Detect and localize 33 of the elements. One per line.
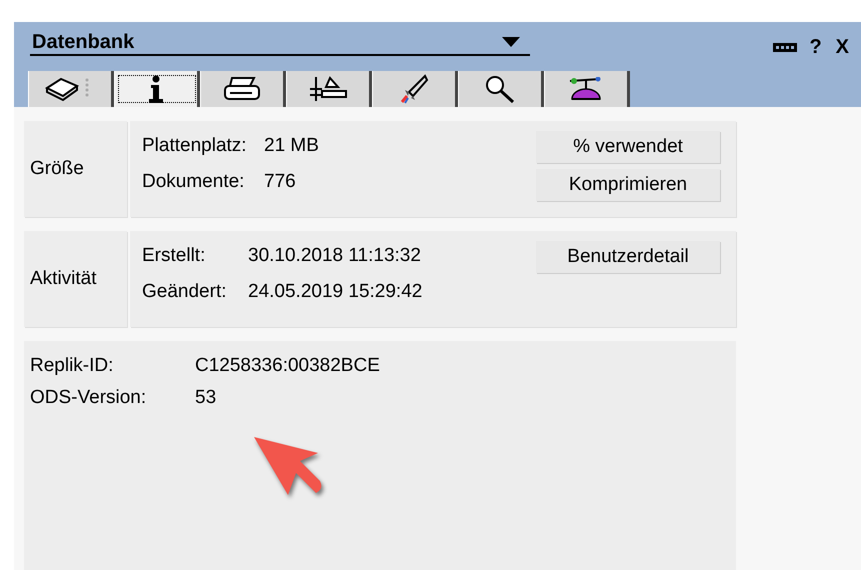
caret-icon (502, 37, 520, 47)
section-label: Aktivität (24, 231, 127, 327)
close-button[interactable]: X (834, 36, 851, 59)
tab[interactable] (114, 71, 200, 107)
info-icon (148, 75, 164, 103)
printer-icon (222, 76, 262, 102)
field-label: ODS-Version: (30, 387, 148, 409)
field-label: Dokumente: (142, 171, 246, 193)
ruler-icon (308, 75, 348, 103)
tab[interactable] (200, 71, 286, 107)
action-button[interactable]: Komprimieren (536, 169, 720, 201)
field-label: Replik-ID: (30, 355, 114, 377)
tab[interactable] (372, 71, 458, 107)
search-icon (484, 74, 516, 104)
help-button[interactable]: ? (807, 36, 824, 59)
field-value: 53 (195, 387, 216, 409)
tab[interactable] (286, 71, 372, 107)
field-value: 776 (264, 171, 296, 193)
field-value: 21 MB (264, 135, 319, 157)
field-value: 30.10.2018 11:13:32 (248, 245, 421, 267)
tab[interactable] (28, 71, 114, 107)
dock-icon[interactable] (773, 43, 798, 52)
database-dropdown[interactable]: Datenbank (30, 30, 530, 56)
field-label: Geändert: (142, 281, 228, 303)
tab[interactable] (458, 71, 544, 107)
section-label: Größe (24, 121, 127, 217)
tab[interactable] (544, 71, 630, 107)
field-label: Erstellt: (142, 245, 206, 267)
action-button[interactable]: Benutzerdetail (536, 241, 720, 273)
action-button[interactable]: % verwendet (536, 131, 720, 163)
field-value: 24.05.2019 15:29:42 (248, 281, 422, 303)
field-label: Plattenplatz: (142, 135, 248, 157)
field-value: C1258336:00382BCE (195, 355, 380, 377)
